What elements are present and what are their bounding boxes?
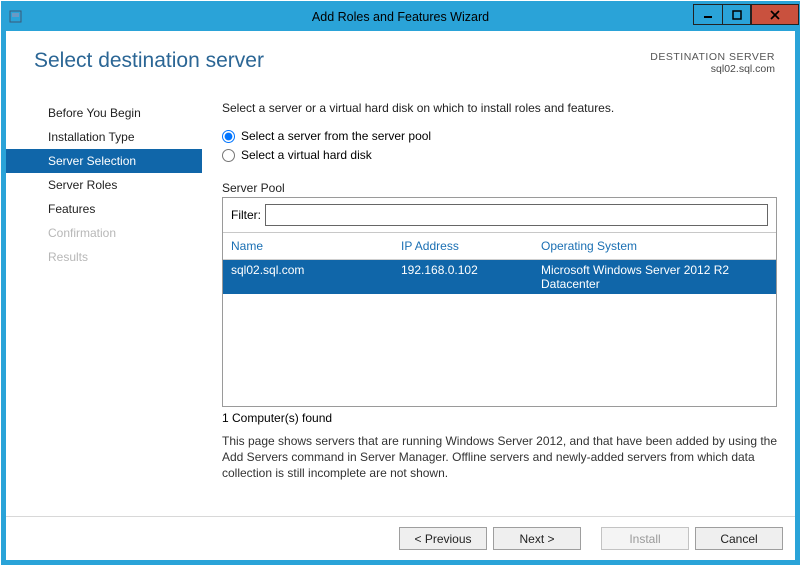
previous-button[interactable]: < Previous	[399, 527, 487, 550]
nav-confirmation: Confirmation	[6, 221, 202, 245]
col-name[interactable]: Name	[231, 239, 401, 253]
cell-name: sql02.sql.com	[231, 263, 401, 291]
destination-server-block: DESTINATION SERVER sql02.sql.com	[650, 49, 775, 75]
radio-vhd-label: Select a virtual hard disk	[241, 148, 372, 162]
window-title: Add Roles and Features Wizard	[2, 10, 799, 24]
server-pool-label: Server Pool	[222, 181, 777, 195]
filter-input[interactable]	[265, 204, 768, 226]
cell-os: Microsoft Windows Server 2012 R2 Datacen…	[541, 263, 768, 291]
nav-results: Results	[6, 245, 202, 269]
next-button[interactable]: Next >	[493, 527, 581, 550]
col-os[interactable]: Operating System	[541, 239, 768, 253]
filter-label: Filter:	[231, 208, 261, 222]
cancel-button[interactable]: Cancel	[695, 527, 783, 550]
nav-server-roles[interactable]: Server Roles	[6, 173, 202, 197]
wizard-nav: Before You Begin Installation Type Serve…	[6, 93, 202, 516]
server-table-header: Name IP Address Operating System	[223, 233, 776, 260]
page-title: Select destination server	[34, 49, 264, 75]
col-ip[interactable]: IP Address	[401, 239, 541, 253]
destination-label: DESTINATION SERVER	[650, 51, 775, 63]
maximize-button[interactable]	[722, 4, 751, 25]
found-count: 1 Computer(s) found	[222, 411, 777, 425]
minimize-button[interactable]	[693, 4, 722, 25]
nav-server-selection[interactable]: Server Selection	[6, 149, 202, 173]
wizard-footer: < Previous Next > Install Cancel	[6, 516, 795, 560]
radio-vhd[interactable]: Select a virtual hard disk	[222, 148, 777, 162]
nav-features[interactable]: Features	[6, 197, 202, 221]
destination-value: sql02.sql.com	[650, 63, 775, 75]
server-table-body: sql02.sql.com 192.168.0.102 Microsoft Wi…	[223, 260, 776, 406]
server-pool-box: Filter: Name IP Address Operating System…	[222, 197, 777, 407]
note-text: This page shows servers that are running…	[222, 433, 777, 482]
app-icon	[2, 2, 30, 31]
nav-installation-type[interactable]: Installation Type	[6, 125, 202, 149]
table-row[interactable]: sql02.sql.com 192.168.0.102 Microsoft Wi…	[223, 260, 776, 294]
nav-before-you-begin[interactable]: Before You Begin	[6, 101, 202, 125]
install-button: Install	[601, 527, 689, 550]
radio-server-pool[interactable]: Select a server from the server pool	[222, 129, 777, 143]
titlebar[interactable]: Add Roles and Features Wizard	[2, 2, 799, 31]
radio-server-pool-label: Select a server from the server pool	[241, 129, 431, 143]
close-button[interactable]	[751, 4, 799, 25]
radio-server-pool-input[interactable]	[222, 130, 235, 143]
instruction-text: Select a server or a virtual hard disk o…	[222, 101, 777, 115]
cell-ip: 192.168.0.102	[401, 263, 541, 291]
radio-vhd-input[interactable]	[222, 149, 235, 162]
